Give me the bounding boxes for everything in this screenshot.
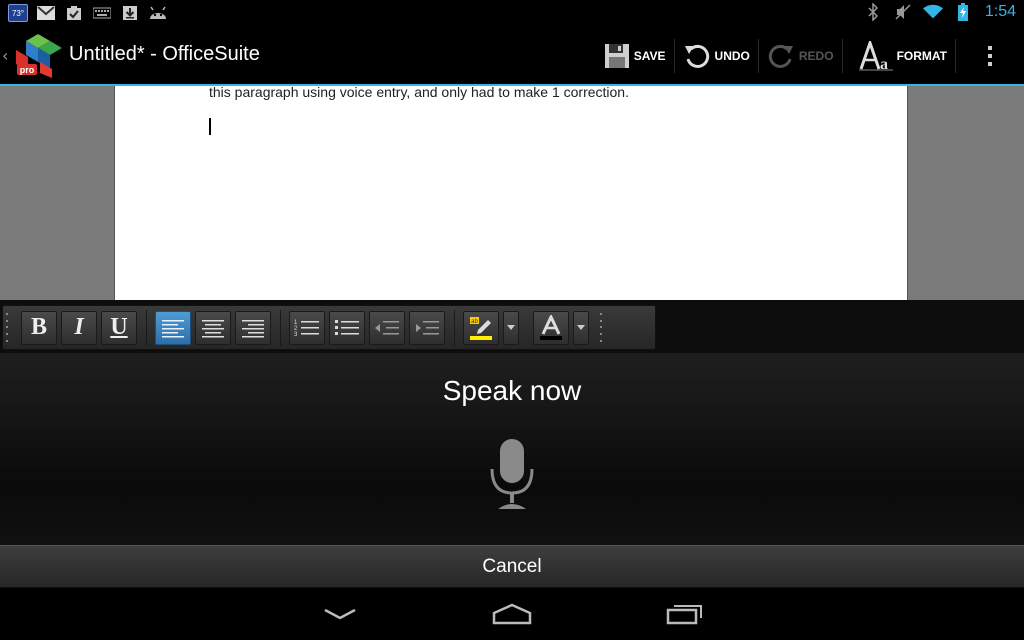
overflow-dot [988,46,992,50]
bulleted-list-icon [335,319,359,335]
cancel-label: Cancel [482,555,542,577]
dropdown-arrow-icon [507,324,515,330]
back-icon [324,608,356,620]
clock: 1:54 [984,3,1016,20]
action-bar: ‹ pro Untitled* - OfficeSuite SAVE UNDO … [0,28,1024,84]
svg-text:ab: ab [471,319,478,325]
weather-icon: 73° [8,4,28,22]
numbered-list-button[interactable]: 123 [289,310,325,345]
undo-icon [684,44,709,68]
italic-button[interactable]: I [61,310,97,345]
numbered-list-icon: 123 [294,320,319,338]
voice-input-panel: Speak now [0,353,1024,545]
document-area: this paragraph using voice entry, and on… [0,84,1024,300]
highlighter-icon: ab [470,316,492,340]
home-icon [492,603,532,625]
increase-indent-button[interactable] [409,310,445,345]
font-color-dropdown[interactable] [573,310,589,345]
overflow-dot [988,62,992,66]
save-button[interactable]: SAVE [596,28,674,84]
align-right-button[interactable] [235,310,271,345]
wifi-icon [922,3,943,21]
text-format-icon: a [858,41,893,71]
microphone-icon[interactable] [488,437,536,513]
page-title: Untitled* - OfficeSuite [69,43,260,65]
undo-button[interactable]: UNDO [675,28,758,84]
text-cursor [209,118,211,135]
android-icon [148,4,168,22]
document-text[interactable]: this paragraph using voice entry, and on… [209,84,629,100]
align-center-icon [202,319,224,337]
temperature-text: 73° [11,8,25,18]
align-left-icon [162,319,184,337]
cancel-button[interactable]: Cancel [0,545,1024,588]
battery-charging-icon [953,3,973,21]
svg-text:a: a [880,56,888,71]
overflow-dot [988,54,992,58]
increase-indent-icon [416,320,439,334]
toolbar-grip-handle[interactable] [597,311,605,345]
format-toolbar-strip: B I U 123 ab [0,300,1024,353]
home-button[interactable] [482,598,542,630]
divider [447,309,461,346]
gmail-icon [36,4,56,22]
bulleted-list-button[interactable] [329,310,365,345]
mute-icon [893,3,913,21]
floppy-disk-icon [604,44,629,68]
redo-label: REDO [798,49,834,63]
undo-label: UNDO [714,49,750,63]
bluetooth-icon [863,3,883,21]
speak-now-prompt: Speak now [442,375,582,406]
decrease-indent-button[interactable] [369,310,405,345]
align-right-icon [242,319,264,337]
navigation-bar [0,588,1024,640]
underline-label: U [110,314,128,340]
logo-badge: pro [20,65,35,75]
highlight-color-button[interactable]: ab [463,310,499,345]
task-check-icon [64,4,84,22]
font-color-icon [540,314,562,340]
underline-button[interactable]: U [101,310,137,345]
decrease-indent-icon [375,320,399,334]
divider [273,309,287,346]
italic-label: I [74,314,84,340]
dropdown-arrow-icon [577,324,585,330]
status-bar: 73° 1:54 [0,0,1024,28]
format-button[interactable]: a FORMAT [843,28,955,84]
redo-icon [768,44,793,68]
download-icon [120,4,140,22]
back-button[interactable] [310,598,370,630]
officesuite-logo-icon[interactable]: pro [14,32,62,80]
save-label: SAVE [633,49,666,63]
bold-label: B [30,314,47,340]
toolbar-grip-handle[interactable] [3,311,11,345]
svg-text:3: 3 [294,332,298,338]
font-color-button[interactable] [533,310,569,345]
recent-apps-icon [666,605,702,625]
format-toolbar: B I U 123 ab [2,305,656,350]
divider [139,309,153,346]
recent-apps-button[interactable] [655,598,715,630]
document-page[interactable]: this paragraph using voice entry, and on… [114,84,908,300]
highlight-color-dropdown[interactable] [503,310,519,345]
align-center-button[interactable] [195,310,231,345]
keyboard-icon [92,4,112,22]
redo-button[interactable]: REDO [759,28,842,84]
up-chevron-icon[interactable]: ‹ [2,46,8,65]
overflow-menu-button[interactable] [956,28,1024,84]
format-label: FORMAT [896,49,947,63]
bold-button[interactable]: B [21,310,57,345]
align-left-button[interactable] [155,310,191,345]
